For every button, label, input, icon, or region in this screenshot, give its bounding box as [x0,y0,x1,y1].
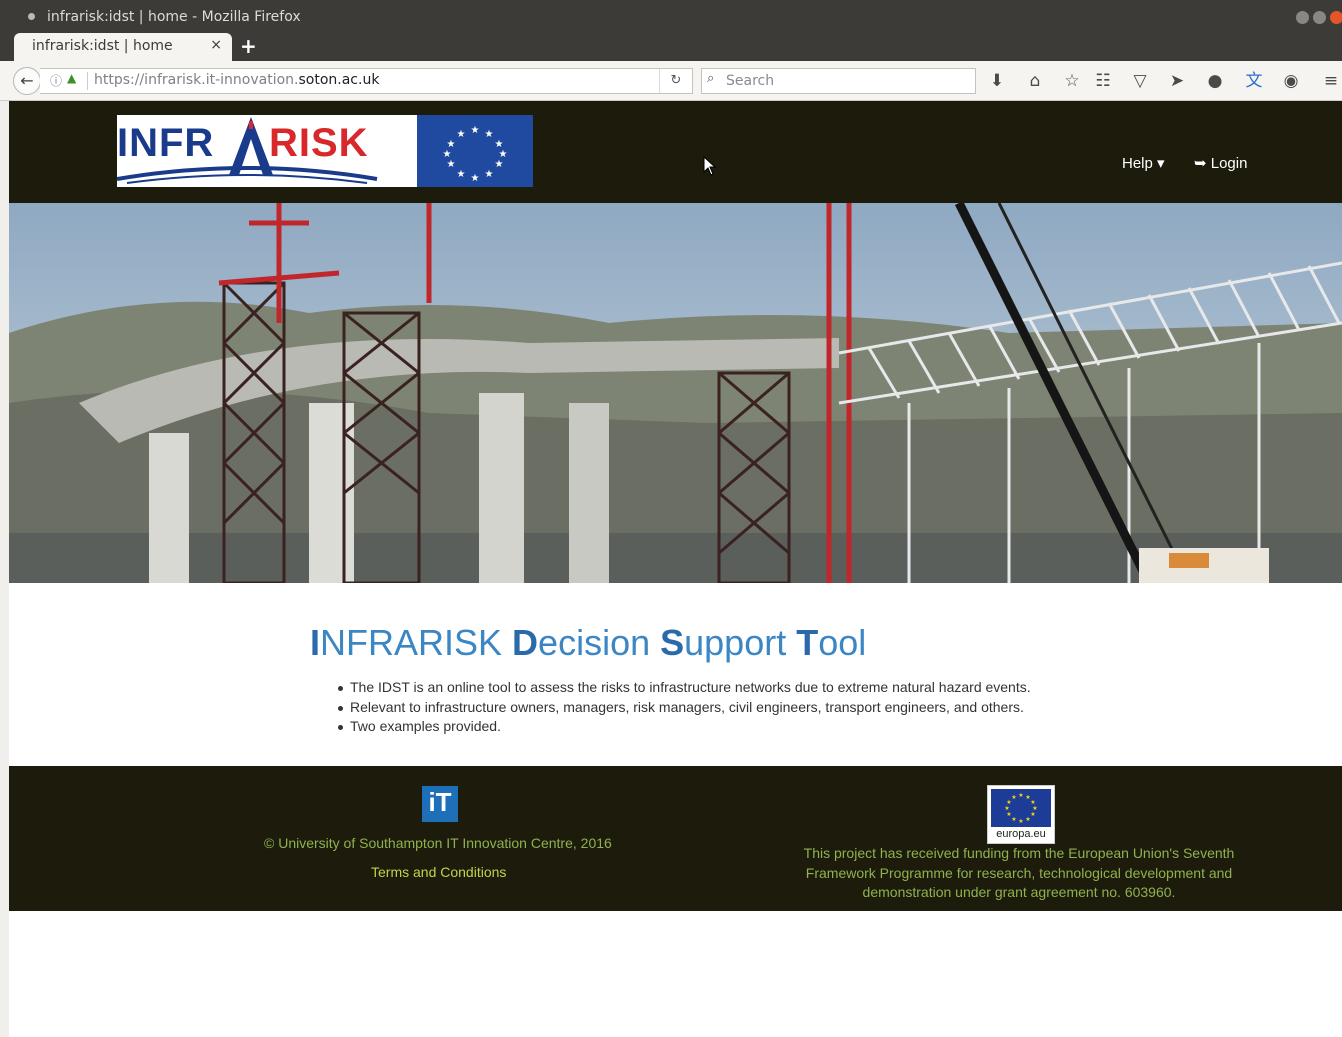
svg-text:★: ★ [447,139,456,150]
page-title: INFRARISK Decision Support Tool [310,622,866,664]
reload-icon[interactable]: ↻ [659,69,692,93]
intro-section: INFRARISK Decision Support Tool The IDST… [9,583,1342,766]
svg-text:★: ★ [1018,818,1023,825]
title-cap-4: T [796,622,819,663]
window-menu-dot-icon[interactable] [28,13,35,20]
title-rest-2: ecision [538,622,661,663]
send-tab-icon[interactable]: ➤ [1166,70,1188,92]
site-footer: iT © University of Southampton IT Innova… [9,766,1342,911]
svg-text:★: ★ [1018,792,1023,799]
funding-statement: This project has received funding from t… [803,845,1235,900]
svg-text:★: ★ [485,169,494,180]
bookmarks-menu-icon[interactable]: ☷ [1092,70,1114,92]
url-prefix: https://infrarisk.it-innovation. [94,72,299,88]
copyright-text: © University of Southampton IT Innovatio… [264,835,612,851]
logo-wordmark: INFR RISK [117,115,417,187]
svg-text:★: ★ [447,159,456,170]
title-cap-3: S [660,622,685,663]
mouse-cursor-icon [703,156,717,176]
help-menu[interactable]: Help ▾ [1122,154,1165,172]
url-separator [87,72,88,90]
window-titlebar: infrarisk:idst | home - Mozilla Firefox [0,0,1342,33]
search-input[interactable] [724,71,968,91]
title-cap-2: D [512,622,539,663]
europa-eu-logo[interactable]: ★ ★ ★ ★ ★ ★ ★ ★ ★ ★ ★ ★ europa.eu [987,785,1055,844]
svg-text:★: ★ [471,125,480,136]
svg-text:★: ★ [471,173,480,184]
eu-flag-icon: ★ ★ ★ ★ ★ ★ ★ ★ ★ ★ ★ ★ [417,115,533,187]
svg-text:★: ★ [1030,811,1035,818]
svg-text:★: ★ [1004,805,1009,812]
eu-flag-small-icon: ★ ★ ★ ★ ★ ★ ★ ★ ★ ★ ★ ★ [991,789,1051,827]
list-item: Relevant to infrastructure owners, manag… [334,699,1031,719]
translate-icon[interactable]: 文 [1243,70,1265,92]
list-item: The IDST is an online tool to assess the… [334,679,1031,699]
search-icon: ⌕ [707,71,715,86]
chat-icon[interactable]: ● [1204,70,1226,92]
infrarisk-logo[interactable]: INFR RISK ★ ★ ★ ★ ★ ★ ★ ★ ★ ★ ★ ★ [117,115,533,187]
tab-label: infrarisk:idst | home [32,38,173,54]
list-item: Two examples provided. [334,718,1031,738]
svg-text:★: ★ [457,129,466,140]
svg-text:★: ★ [443,149,452,160]
tab-home[interactable]: infrarisk:idst | home × [14,33,232,61]
minimize-button[interactable] [1296,11,1309,24]
tab-strip: infrarisk:idst | home × + [0,33,1342,61]
mixed-content-lock-icon[interactable]: ▲ [67,71,76,85]
navigation-toolbar: ← ⓘ ▲ https://infrarisk.it-innovation.so… [0,61,1342,101]
feature-list: The IDST is an online tool to assess the… [334,679,1031,738]
europa-eu-label: europa.eu [996,828,1046,840]
window-title: infrarisk:idst | home - Mozilla Firefox [47,9,301,25]
svg-text:★: ★ [1011,816,1016,823]
svg-text:★: ★ [457,169,466,180]
url-bar[interactable]: ⓘ ▲ https://infrarisk.it-innovation.soto… [40,68,693,94]
login-link[interactable]: ➥ Login [1194,154,1247,172]
hero-image [9,203,1342,583]
pocket-icon[interactable]: ▽ [1129,70,1151,92]
svg-text:★: ★ [1011,794,1016,801]
search-bar[interactable]: ⌕ [701,68,976,94]
svg-text:★: ★ [485,129,494,140]
info-icon[interactable]: ⓘ [50,72,62,89]
hamburger-menu-icon[interactable]: ≡ [1320,70,1342,92]
it-innovation-logo[interactable]: iT [422,786,458,822]
new-tab-button[interactable]: + [240,34,257,58]
svg-text:★: ★ [495,159,504,170]
svg-text:★: ★ [1025,816,1030,823]
bookmark-star-icon[interactable]: ☆ [1061,70,1083,92]
home-icon[interactable]: ⌂ [1024,70,1046,92]
url-domain: soton.ac.uk [298,72,380,88]
bridge-construction-photo [9,203,1342,583]
web-page: INFR RISK ★ ★ ★ ★ ★ ★ ★ ★ ★ ★ ★ ★ Help ▾… [9,101,1342,1037]
terms-link[interactable]: Terms and Conditions [371,864,506,880]
title-cap-1: I [310,622,321,663]
eu-stars-small-icon: ★ ★★ ★★★ ★★★ ★★★ [1004,792,1037,825]
logo-bridge-curve-icon [117,166,378,184]
svg-text:★: ★ [1006,811,1011,818]
downloads-icon[interactable]: ⬇ [986,70,1008,92]
close-window-button[interactable] [1330,11,1342,24]
account-icon[interactable]: ◉ [1280,70,1302,92]
tab-close-icon[interactable]: × [210,37,222,53]
eu-stars-icon: ★ ★★ ★★★ ★★★ ★★★ [443,125,508,184]
back-arrow-icon: ← [20,71,34,90]
title-rest-3: upport [684,622,797,663]
login-label: Login [1210,155,1248,172]
title-rest-1: NFRARISK [320,622,513,663]
maximize-button[interactable] [1313,11,1326,24]
title-rest-4: ool [818,622,867,663]
url-text[interactable]: https://infrarisk.it-innovation.soton.ac… [94,72,379,88]
site-header: INFR RISK ★ ★ ★ ★ ★ ★ ★ ★ ★ ★ ★ ★ Help ▾… [9,101,1342,203]
back-button[interactable]: ← [13,67,41,95]
login-icon: ➥ [1194,155,1211,172]
